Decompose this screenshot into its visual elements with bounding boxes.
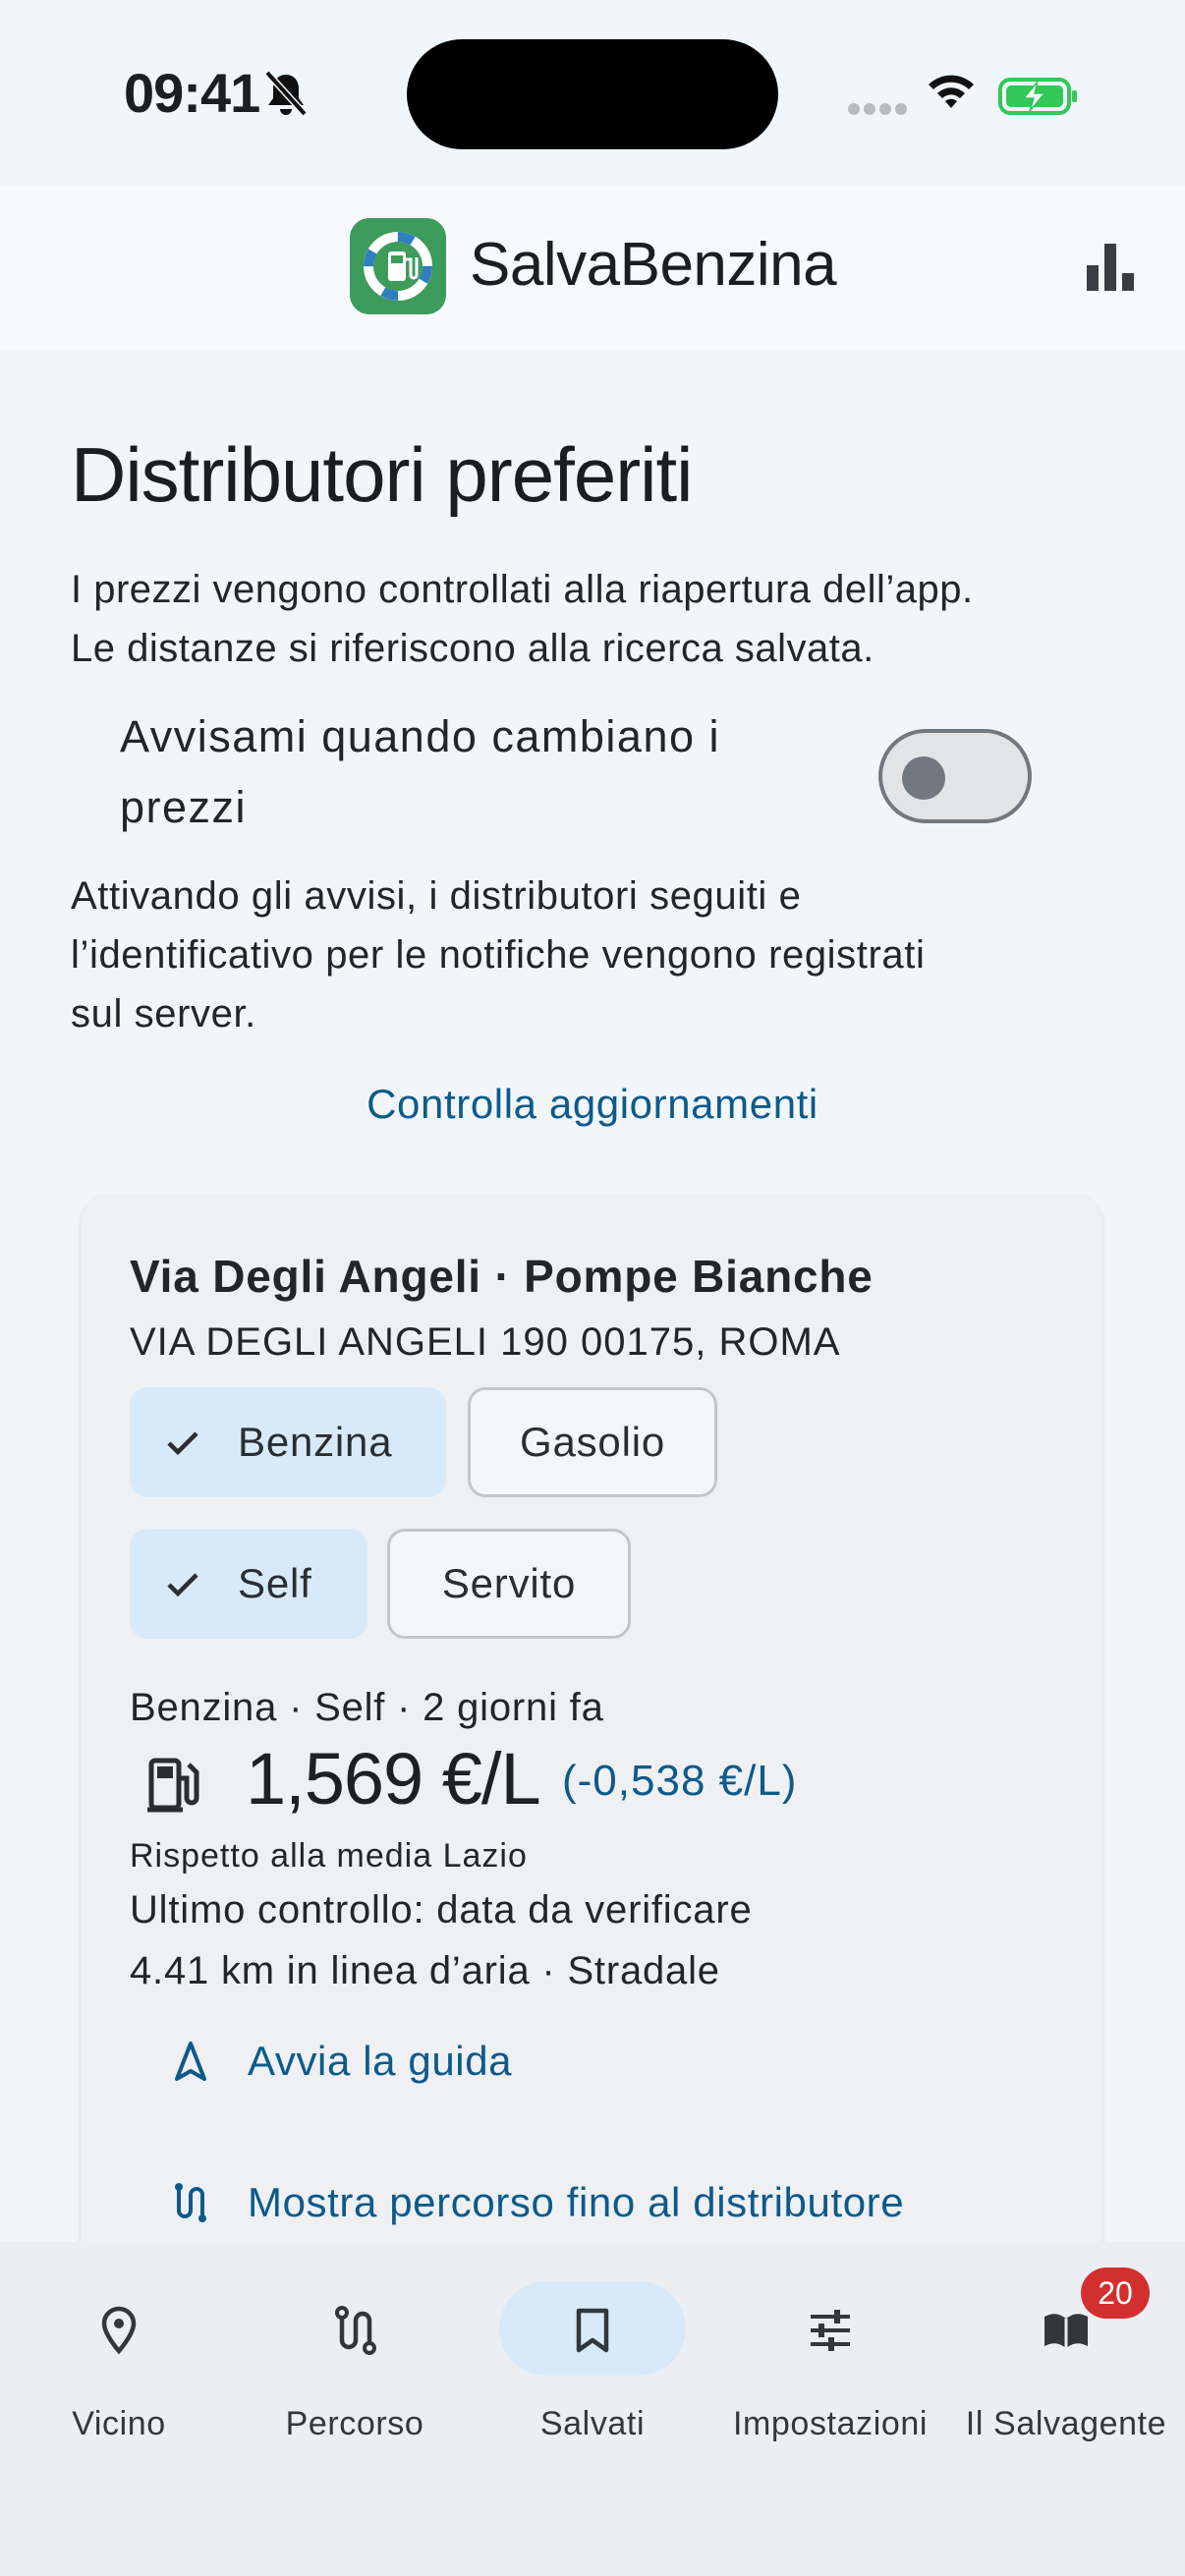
- fuel-chip-benzina[interactable]: Benzina: [130, 1387, 446, 1497]
- battery-charging-icon: [998, 78, 1077, 115]
- bookmark-icon: [576, 2308, 609, 2353]
- nav-label: Salvati: [539, 2405, 646, 2442]
- check-icon: [167, 1431, 198, 1456]
- nav-label: Il Salvagente: [965, 2405, 1167, 2442]
- location-pin-icon: [101, 2306, 137, 2355]
- nav-item-il-salvagente[interactable]: 20 Il Salvagente: [947, 2268, 1185, 2458]
- last-check-text: Ultimo controllo: data da verificare: [130, 1888, 753, 1932]
- app-header: SalvaBenzina: [0, 187, 1185, 350]
- bell-slash-icon: [264, 70, 308, 117]
- service-chip-self[interactable]: Self: [130, 1529, 367, 1639]
- screen: 09:41 SalvaBenzina Distributori preferit…: [0, 0, 1185, 2576]
- distance-text: 4.41 km in linea d’aria · Stradale: [130, 1949, 720, 1992]
- service-chip-servito[interactable]: Servito: [387, 1529, 631, 1639]
- intro-line: I prezzi vengono controllati alla riaper…: [71, 568, 974, 611]
- consent-line: Attivando gli avvisi, i distributori seg…: [71, 874, 802, 918]
- chip-label: Self: [238, 1560, 312, 1606]
- nav-label: Percorso: [285, 2405, 424, 2442]
- chip-label: Gasolio: [519, 1419, 665, 1465]
- price-alerts-label-line: Avvisami quando cambiano i: [120, 711, 720, 761]
- bar-chart-icon[interactable]: [1081, 238, 1140, 297]
- check-updates-button[interactable]: Controlla aggiornamenti: [0, 1081, 1185, 1128]
- intro-line: Le distanze si riferiscono alla ricerca …: [71, 627, 875, 670]
- nav-item-vicino[interactable]: Vicino: [0, 2281, 238, 2458]
- price-comparison-note: Rispetto alla media Lazio: [130, 1837, 528, 1875]
- page-title: Distributori preferiti: [71, 431, 694, 518]
- show-route-button[interactable]: Mostra percorso fino al distributore: [169, 2179, 904, 2226]
- fuel-pump-icon: [147, 1758, 199, 1813]
- newspaper-icon: [1044, 2314, 1088, 2348]
- price-meta: Benzina · Self · 2 giorni fa: [130, 1686, 604, 1729]
- fuel-chip-gasolio[interactable]: Gasolio: [468, 1387, 717, 1497]
- nav-item-percorso[interactable]: Percorso: [236, 2281, 474, 2458]
- station-address: VIA DEGLI ANGELI 190 00175, ROMA: [130, 1320, 841, 1364]
- route-icon: [175, 2183, 206, 2222]
- status-bar: 09:41: [0, 0, 1185, 187]
- price-alerts-label-line: prezzi: [120, 782, 248, 832]
- cellular-signal-icon: [848, 103, 907, 115]
- toggle-knob: [902, 756, 945, 800]
- bottom-navigation: Vicino Percorso Salvati Impostazioni 20 …: [0, 2242, 1185, 2576]
- station-name: Via Degli Angeli · Pompe Bianche: [130, 1251, 874, 1302]
- price-difference: (-0,538 €/L): [562, 1757, 798, 1805]
- price-value: 1,569 €/L: [246, 1738, 541, 1820]
- start-navigation-button[interactable]: Avvia la guida: [169, 2038, 512, 2085]
- chip-label: Servito: [441, 1560, 577, 1606]
- route-icon: [335, 2306, 376, 2355]
- check-icon: [167, 1573, 198, 1597]
- status-time: 09:41: [124, 62, 260, 124]
- app-logo: [350, 218, 446, 314]
- consent-line: l’identificativo per le notifiche vengon…: [71, 933, 926, 977]
- intro-text: I prezzi vengono controllati alla riaper…: [71, 560, 1132, 678]
- navigation-arrow-icon: [175, 2042, 206, 2081]
- alerts-consent-text: Attivando gli avvisi, i distributori seg…: [71, 867, 1142, 1043]
- nav-item-salvati[interactable]: Salvati: [474, 2281, 711, 2458]
- notification-badge: 20: [1081, 2268, 1150, 2319]
- start-navigation-label: Avvia la guida: [248, 2038, 513, 2084]
- sliders-icon: [811, 2310, 850, 2351]
- chip-label: Benzina: [238, 1419, 393, 1465]
- price-alerts-toggle[interactable]: [878, 729, 1032, 823]
- price-alerts-label: Avvisami quando cambiano i prezzi: [120, 701, 867, 843]
- wifi-icon: [929, 75, 974, 108]
- show-route-label: Mostra percorso fino al distributore: [248, 2179, 905, 2225]
- consent-line: sul server.: [71, 992, 256, 1036]
- price-alerts-row[interactable]: Avvisami quando cambiano i prezzi: [71, 701, 1053, 859]
- nav-item-impostazioni[interactable]: Impostazioni: [711, 2281, 949, 2458]
- app-title: SalvaBenzina: [470, 231, 837, 299]
- dynamic-island: [407, 39, 778, 149]
